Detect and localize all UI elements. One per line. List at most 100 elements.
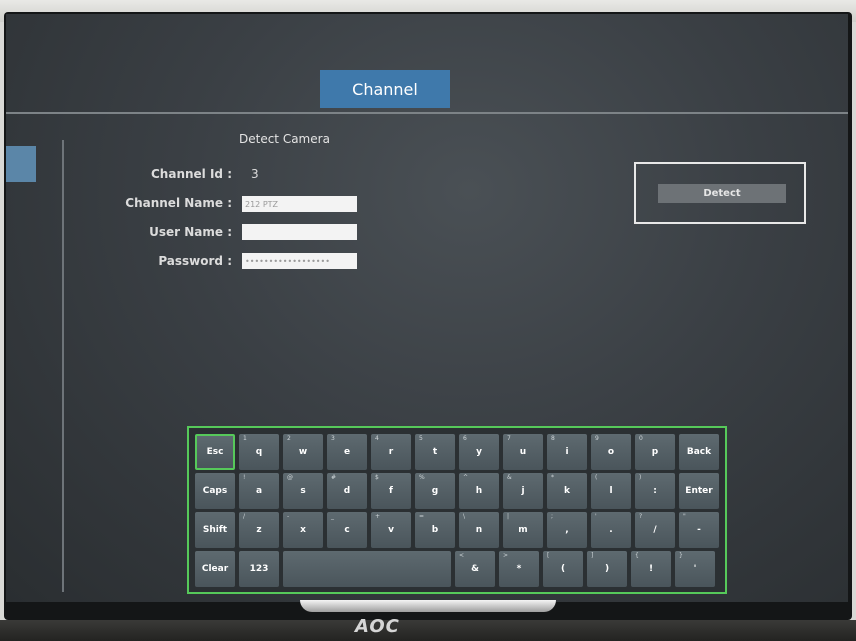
key-alt-char: { [635, 552, 639, 559]
key-alt-char: ] [591, 552, 594, 559]
detect-button[interactable]: Detect [658, 184, 786, 203]
key-label: * [516, 564, 522, 574]
key-label: ' [693, 564, 697, 574]
key-alt-char: ! [243, 474, 246, 481]
key-c[interactable]: _ c [327, 512, 367, 548]
key-alt-char: 1 [243, 435, 247, 442]
key-k[interactable]: * k [547, 473, 587, 509]
page-title[interactable]: Channel [320, 70, 450, 108]
key-label: & [471, 564, 479, 574]
key-left-paren[interactable]: [( [543, 551, 583, 587]
key-alt-char: $ [375, 474, 379, 481]
key-label: o [607, 447, 615, 457]
key-alt-char: ) [639, 474, 642, 481]
key-i[interactable]: 8i [547, 434, 587, 470]
key-m[interactable]: | m [503, 512, 543, 548]
key-y[interactable]: 6y [459, 434, 499, 470]
key-v[interactable]: + v [371, 512, 411, 548]
key-label: ( [560, 564, 566, 574]
key-alt-char: = [419, 513, 425, 520]
key-asterisk[interactable]: > * [499, 551, 539, 587]
key-space[interactable] [283, 551, 451, 587]
key-enter[interactable]: Enter [679, 473, 719, 509]
key-label: , [565, 525, 569, 535]
key-exclamation[interactable]: {! [631, 551, 671, 587]
key-j[interactable]: & j [503, 473, 543, 509]
key-esc[interactable]: Esc [195, 434, 235, 470]
key-label: Clear [201, 564, 229, 574]
key-b[interactable]: = b [415, 512, 455, 548]
key-label: 123 [249, 564, 269, 574]
key-x[interactable]: -x [283, 512, 323, 548]
channel-name-field[interactable]: 212 PTZ [242, 196, 357, 212]
key-shift[interactable]: Shift [195, 512, 235, 548]
key-label: g [431, 486, 439, 496]
key-label: k [564, 486, 570, 496]
key-n[interactable]: \ n [459, 512, 499, 548]
key-a[interactable]: ! a [239, 473, 279, 509]
key-apostrophe[interactable]: } ' [675, 551, 715, 587]
key-alt-char: ^ [463, 474, 469, 481]
key-alt-char: & [507, 474, 512, 481]
key-ampersand[interactable]: < & [455, 551, 495, 587]
key-z[interactable]: / z [239, 512, 279, 548]
monitor-base [0, 620, 856, 641]
key-alt-char: ' [595, 513, 597, 520]
key-label: l [609, 486, 613, 496]
key-label: b [431, 525, 439, 535]
key-back[interactable]: Back [679, 434, 719, 470]
key-hyphen[interactable]: " - [679, 512, 719, 548]
key-alt-char: 8 [551, 435, 555, 442]
channel-id-value: 3 [251, 167, 259, 181]
password-label: Password : [158, 254, 232, 268]
key-u[interactable]: 7u [503, 434, 543, 470]
key-slash[interactable]: ? / [635, 512, 675, 548]
key-p[interactable]: 0p [635, 434, 675, 470]
key-d[interactable]: # d [327, 473, 367, 509]
key-w[interactable]: 2w [283, 434, 323, 470]
key-alt-char: 2 [287, 435, 291, 442]
key-l[interactable]: (l [591, 473, 631, 509]
password-field[interactable]: •••••••••••••••••• [242, 253, 357, 269]
key-label: : [653, 486, 657, 496]
key-s[interactable]: @ s [283, 473, 323, 509]
key-alt-char: > [503, 552, 509, 559]
key-label: z [256, 525, 262, 535]
key-label: x [300, 525, 306, 535]
key-label: j [521, 486, 525, 496]
key-e[interactable]: 3e [327, 434, 367, 470]
key-t[interactable]: 5t [415, 434, 455, 470]
key-g[interactable]: % g [415, 473, 455, 509]
key-alt-char: % [419, 474, 425, 481]
key-label: m [518, 525, 528, 535]
key-label: Caps [202, 486, 228, 496]
key-q[interactable]: 1q [239, 434, 279, 470]
key-right-paren[interactable]: ]) [587, 551, 627, 587]
key-period[interactable]: '. [591, 512, 631, 548]
key-colon[interactable]: ): [635, 473, 675, 509]
key-alt-char: 7 [507, 435, 511, 442]
user-name-field[interactable] [242, 224, 357, 240]
key-alt-char: ( [595, 474, 598, 481]
key-label: f [389, 486, 393, 496]
key-o[interactable]: 9o [591, 434, 631, 470]
key-alt-char: " [683, 513, 686, 520]
key-caps[interactable]: Caps [195, 473, 235, 509]
key-f[interactable]: $ f [371, 473, 411, 509]
key-comma[interactable]: ;, [547, 512, 587, 548]
key-h[interactable]: ^ h [459, 473, 499, 509]
key-label: Shift [202, 525, 228, 535]
key-123[interactable]: 123 [239, 551, 279, 587]
key-r[interactable]: 4r [371, 434, 411, 470]
key-label: t [432, 447, 438, 457]
channel-id-label: Channel Id : [151, 167, 232, 181]
key-label: y [476, 447, 482, 457]
monitor-logo: AOC [355, 616, 400, 637]
key-alt-char: 4 [375, 435, 379, 442]
key-label: d [343, 486, 351, 496]
key-alt-char: 9 [595, 435, 599, 442]
key-clear[interactable]: Clear [195, 551, 235, 587]
key-alt-char: < [459, 552, 465, 559]
monitor-stand [300, 600, 556, 612]
title-divider [6, 112, 848, 114]
